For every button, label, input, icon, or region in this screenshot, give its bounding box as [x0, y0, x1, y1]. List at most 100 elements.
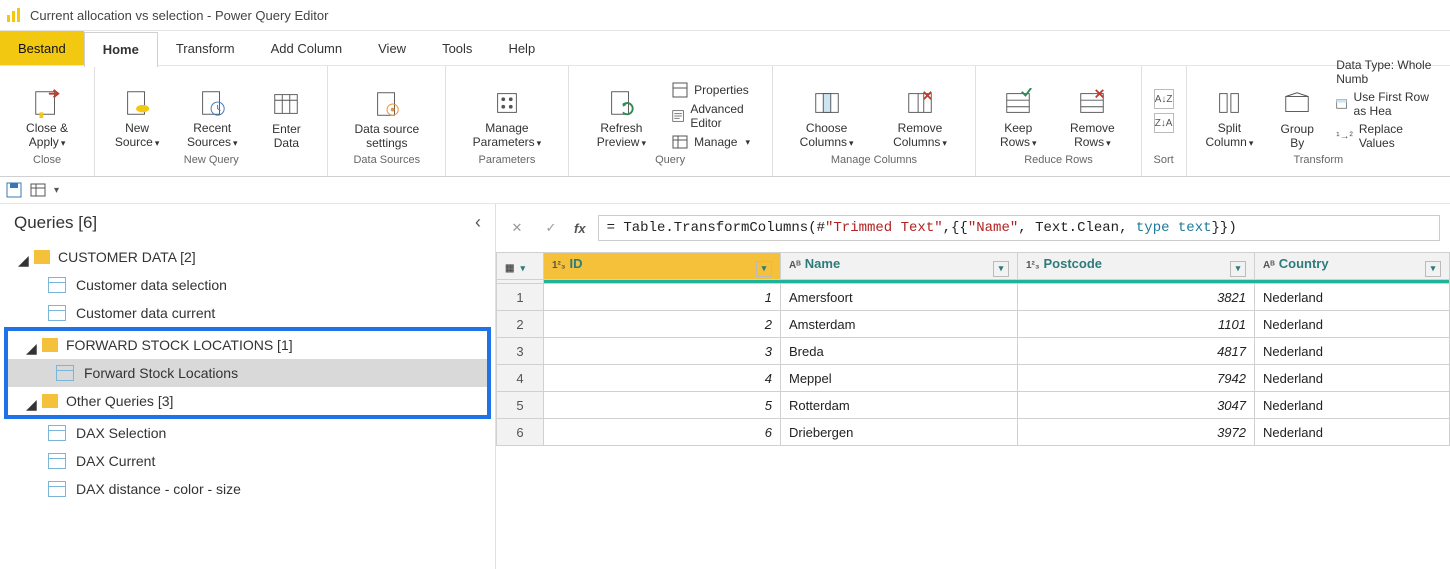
selection-highlight: ◢FORWARD STOCK LOCATIONS [1] Forward Sto… [4, 327, 491, 419]
first-row-headers-button[interactable]: Use First Row as Hea [1336, 90, 1436, 118]
query-dax-distance[interactable]: DAX distance - color - size [0, 475, 495, 503]
advanced-editor-icon [672, 108, 684, 124]
cell-name[interactable]: Amsterdam [781, 311, 1018, 338]
save-icon[interactable] [6, 182, 22, 198]
queries-pane: Queries [6] ‹ ◢CUSTOMER DATA [2] Custome… [0, 204, 496, 569]
sort-desc-button[interactable]: Z↓A [1154, 113, 1174, 133]
data-grid: ▦▾ 1²₃ID▾ AᴮName▾ 1²₃Postcode▾ AᴮCountry… [496, 252, 1450, 569]
cell-country[interactable]: Nederland [1255, 392, 1450, 419]
query-label: Customer data current [76, 305, 215, 321]
new-source-button[interactable]: New Source▾ [103, 70, 171, 152]
remove-rows-button[interactable]: Remove Rows▾ [1052, 70, 1132, 152]
formula-commit-button[interactable]: ✓ [540, 217, 562, 239]
table-icon [56, 365, 74, 381]
tab-view[interactable]: View [360, 31, 424, 65]
column-header-name[interactable]: AᴮName▾ [781, 253, 1018, 280]
manage-button[interactable]: Manage▾ [672, 134, 757, 150]
close-apply-button[interactable]: Close & Apply▾ [8, 70, 86, 152]
table-view-icon[interactable] [30, 182, 46, 198]
tab-home[interactable]: Home [84, 32, 158, 67]
table-row[interactable]: 44Meppel7942Nederland [497, 365, 1450, 392]
column-filter-icon[interactable]: ▾ [1425, 261, 1441, 277]
query-customer-data-selection[interactable]: Customer data selection [0, 271, 495, 299]
column-header-postcode[interactable]: 1²₃Postcode▾ [1018, 253, 1255, 280]
cell-country[interactable]: Nederland [1255, 419, 1450, 446]
group-by-button[interactable]: Group By [1264, 70, 1330, 152]
query-group-label: FORWARD STOCK LOCATIONS [1] [66, 337, 293, 353]
column-filter-icon[interactable]: ▾ [756, 261, 772, 277]
qat-customize[interactable]: ▾ [54, 185, 59, 196]
query-forward-stock-locations[interactable]: Forward Stock Locations [8, 359, 487, 387]
query-group-label: Other Queries [3] [66, 393, 173, 409]
cell-country[interactable]: Nederland [1255, 284, 1450, 311]
tab-tools[interactable]: Tools [424, 31, 490, 65]
properties-label: Properties [694, 83, 749, 97]
cell-name[interactable]: Amersfoort [781, 284, 1018, 311]
advanced-editor-button[interactable]: Advanced Editor [672, 102, 757, 130]
column-filter-icon[interactable]: ▾ [1230, 261, 1246, 277]
query-group-other[interactable]: ◢Other Queries [3] [8, 387, 487, 415]
cell-country[interactable]: Nederland [1255, 365, 1450, 392]
cell-postcode[interactable]: 4817 [1018, 338, 1255, 365]
cell-postcode[interactable]: 1101 [1018, 311, 1255, 338]
column-filter-icon[interactable]: ▾ [993, 261, 1009, 277]
table-row[interactable]: 55Rotterdam3047Nederland [497, 392, 1450, 419]
properties-button[interactable]: Properties [672, 82, 757, 98]
menubar: Bestand Home Transform Add Column View T… [0, 31, 1450, 66]
split-column-button[interactable]: Split Column▾ [1195, 70, 1265, 152]
collapse-pane-button[interactable]: ‹ [475, 212, 481, 233]
refresh-preview-button[interactable]: Refresh Preview▾ [577, 70, 666, 152]
manage-parameters-button[interactable]: Manage Parameters▾ [454, 70, 559, 152]
formula-cancel-button[interactable]: ✕ [506, 217, 528, 239]
cell-country[interactable]: Nederland [1255, 338, 1450, 365]
tab-file[interactable]: Bestand [0, 31, 84, 65]
cell-postcode[interactable]: 7942 [1018, 365, 1255, 392]
cell-id[interactable]: 5 [544, 392, 781, 419]
table-row[interactable]: 33Breda4817Nederland [497, 338, 1450, 365]
query-dax-current[interactable]: DAX Current [0, 447, 495, 475]
enter-data-button[interactable]: Enter Data [253, 70, 319, 152]
cell-id[interactable]: 2 [544, 311, 781, 338]
query-group-customer-data[interactable]: ◢CUSTOMER DATA [2] [0, 243, 495, 271]
column-header-id[interactable]: 1²₃ID▾ [544, 253, 781, 280]
cell-id[interactable]: 6 [544, 419, 781, 446]
cell-id[interactable]: 3 [544, 338, 781, 365]
cell-postcode[interactable]: 3821 [1018, 284, 1255, 311]
query-dax-selection[interactable]: DAX Selection [0, 419, 495, 447]
cell-id[interactable]: 4 [544, 365, 781, 392]
data-type-button[interactable]: Data Type: Whole Numb [1336, 58, 1436, 86]
cell-name[interactable]: Breda [781, 338, 1018, 365]
data-type-label: Data Type: Whole Numb [1336, 58, 1436, 86]
tab-transform[interactable]: Transform [158, 31, 253, 65]
query-customer-data-current[interactable]: Customer data current [0, 299, 495, 327]
table-row[interactable]: 11Amersfoort3821Nederland [497, 284, 1450, 311]
cell-name[interactable]: Driebergen [781, 419, 1018, 446]
choose-columns-button[interactable]: Choose Columns▾ [781, 70, 873, 152]
properties-icon [672, 82, 688, 98]
sort-asc-button[interactable]: A↓Z [1154, 89, 1174, 109]
keep-rows-button[interactable]: Keep Rows▾ [984, 70, 1052, 152]
cell-name[interactable]: Rotterdam [781, 392, 1018, 419]
remove-columns-button[interactable]: Remove Columns▾ [873, 70, 968, 152]
column-header-country[interactable]: AᴮCountry▾ [1255, 253, 1450, 280]
group-close-label: Close [33, 152, 61, 166]
group-newquery-label: New Query [184, 152, 239, 166]
formula-input[interactable]: = Table.TransformColumns(#"Trimmed Text"… [598, 215, 1440, 241]
tab-add-column[interactable]: Add Column [253, 31, 361, 65]
cell-postcode[interactable]: 3047 [1018, 392, 1255, 419]
cell-postcode[interactable]: 3972 [1018, 419, 1255, 446]
table-row[interactable]: 22Amsterdam1101Nederland [497, 311, 1450, 338]
cell-country[interactable]: Nederland [1255, 311, 1450, 338]
cell-name[interactable]: Meppel [781, 365, 1018, 392]
query-group-forward-stock[interactable]: ◢FORWARD STOCK LOCATIONS [1] [8, 331, 487, 359]
table-icon: ▦ [505, 263, 514, 274]
recent-sources-button[interactable]: Recent Sources▾ [171, 70, 253, 152]
data-source-settings-button[interactable]: Data source settings [336, 70, 437, 152]
cell-id[interactable]: 1 [544, 284, 781, 311]
grid-corner[interactable]: ▦▾ [497, 253, 544, 280]
fx-icon: fx [574, 221, 586, 236]
query-label: Forward Stock Locations [84, 365, 238, 381]
table-row[interactable]: 66Driebergen3972Nederland [497, 419, 1450, 446]
tab-help[interactable]: Help [490, 31, 553, 65]
replace-values-button[interactable]: ¹→²Replace Values [1336, 122, 1436, 150]
